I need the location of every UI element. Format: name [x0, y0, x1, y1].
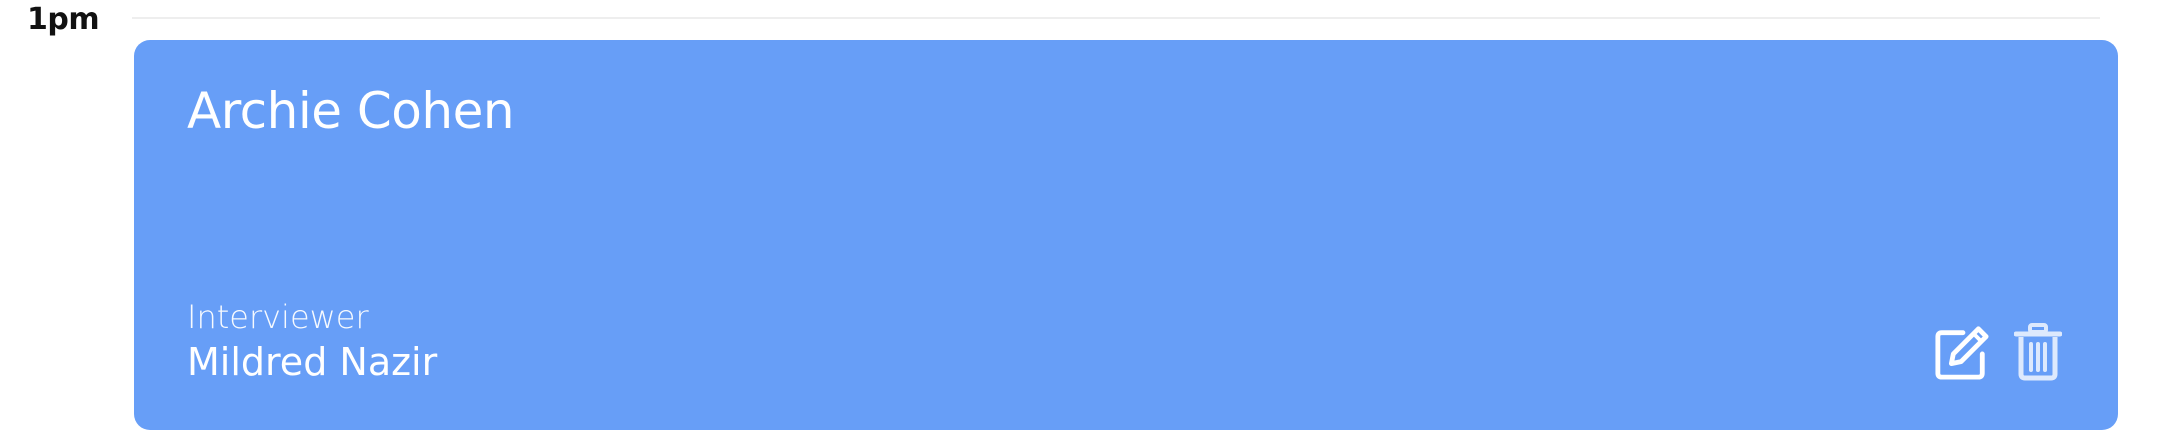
event-actions — [1934, 323, 2066, 381]
edit-icon — [1935, 326, 1989, 380]
time-slot-label: 1pm — [27, 2, 100, 37]
candidate-name: Archie Cohen — [187, 82, 515, 140]
edit-button[interactable] — [1934, 324, 1990, 380]
trash-icon — [2014, 323, 2062, 381]
hour-divider — [132, 17, 2100, 19]
interviewer-name: Mildred Nazir — [187, 340, 438, 384]
interview-event-card[interactable]: Archie Cohen Interviewer Mildred Nazir — [134, 40, 2118, 430]
delete-button[interactable] — [2010, 323, 2066, 381]
interviewer-label: Interviewer — [187, 298, 369, 336]
